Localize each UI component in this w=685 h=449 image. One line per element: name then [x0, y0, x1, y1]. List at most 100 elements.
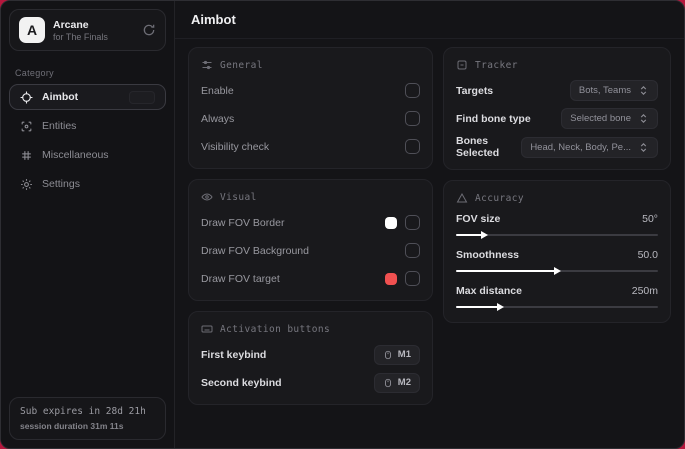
setting-label: Draw FOV target	[201, 272, 280, 285]
card-accuracy-header: Accuracy	[456, 192, 658, 204]
chevrons-up-down-icon	[638, 113, 649, 124]
setting-label: Visibility check	[201, 140, 270, 153]
first-keybind-button[interactable]: M1	[373, 344, 420, 365]
card-general-header: General	[201, 59, 420, 71]
setting-row-enable: Enable	[201, 79, 420, 102]
fov-size-value: 50°	[642, 213, 658, 225]
setting-label: Max distance	[456, 285, 522, 297]
setting-row-fov-target: Draw FOV target	[201, 267, 420, 290]
app-titles: Arcane for The Finals	[53, 19, 108, 42]
app-header: A Arcane for The Finals	[9, 9, 166, 51]
always-checkbox[interactable]	[405, 111, 420, 126]
card-visual: Visual Draw FOV Border Draw FOV Backgrou…	[188, 179, 433, 301]
setting-row-bones-selected: Bones Selected Head, Neck, Body, Pe...	[456, 135, 658, 159]
chevrons-up-down-icon	[638, 85, 649, 96]
category-label: Category	[15, 68, 54, 78]
mouse-icon	[383, 377, 393, 389]
card-title: Activation buttons	[220, 323, 331, 335]
dropdown-value: Bots, Teams	[578, 85, 631, 96]
bones-selected-dropdown[interactable]: Head, Neck, Body, Pe...	[521, 136, 658, 158]
slider-fill	[456, 270, 557, 272]
app-subtitle: for The Finals	[53, 31, 108, 42]
setting-label: Enable	[201, 84, 234, 97]
card-activation-header: Activation buttons	[201, 323, 420, 335]
triangle-icon	[456, 192, 468, 204]
entities-icon	[20, 120, 33, 133]
slider-thumb[interactable]	[497, 303, 505, 311]
setting-label: Draw FOV Border	[201, 216, 285, 229]
smoothness-value: 50.0	[637, 249, 658, 261]
keyboard-icon	[201, 323, 213, 335]
left-column: General Enable Always Visibility check V…	[188, 47, 433, 405]
app-logo-letter: A	[26, 22, 38, 38]
setting-row-second-keybind: Second keybind M2	[201, 371, 420, 394]
scan-icon	[456, 59, 468, 71]
targets-dropdown[interactable]: Bots, Teams	[569, 80, 658, 101]
session-duration-text: session duration 31m 11s	[20, 421, 124, 431]
card-accuracy: Accuracy FOV size 50° Smoothness 50.0 Ma…	[443, 180, 671, 323]
card-title: General	[220, 59, 263, 71]
setting-row-targets: Targets Bots, Teams	[456, 79, 658, 102]
fov-target-color-swatch[interactable]	[385, 272, 397, 285]
setting-label: FOV size	[456, 213, 501, 225]
card-tracker: Tracker Targets Bots, Teams Find bone ty…	[443, 47, 671, 170]
fov-border-color-swatch[interactable]	[385, 216, 397, 229]
card-title: Tracker	[475, 59, 518, 71]
dropdown-value: Selected bone	[570, 113, 631, 124]
sidebar-item-label: Entities	[42, 120, 77, 132]
right-column: Tracker Targets Bots, Teams Find bone ty…	[443, 47, 671, 323]
fov-target-checkbox[interactable]	[405, 271, 420, 286]
eye-icon	[201, 191, 213, 203]
sidebar-item-entities[interactable]: Entities	[9, 113, 166, 139]
setting-row-find-bone-type: Find bone type Selected bone	[456, 107, 658, 130]
setting-row-always: Always	[201, 107, 420, 130]
keybind-value: M2	[397, 377, 411, 388]
fov-border-checkbox[interactable]	[405, 215, 420, 230]
refresh-icon[interactable]	[142, 23, 156, 37]
main-content: Aimbot General Enable Always Visibility …	[175, 1, 684, 448]
chevrons-up-down-icon	[638, 142, 649, 153]
sidebar-item-label: Settings	[42, 178, 80, 190]
fov-size-slider[interactable]	[456, 231, 658, 240]
slider-thumb[interactable]	[481, 231, 489, 239]
setting-row-fov-border: Draw FOV Border	[201, 211, 420, 234]
card-tracker-header: Tracker	[456, 59, 658, 71]
slider-thumb[interactable]	[554, 267, 561, 275]
fov-background-checkbox[interactable]	[405, 243, 420, 258]
sidebar-item-settings[interactable]: Settings	[9, 171, 166, 197]
find-bone-type-dropdown[interactable]: Selected bone	[561, 108, 658, 129]
setting-row-fov-background: Draw FOV Background	[201, 239, 420, 262]
setting-row-smoothness: Smoothness 50.0	[456, 249, 658, 276]
sidebar: A Arcane for The Finals Category Aimbot …	[1, 1, 175, 448]
gear-icon	[20, 178, 33, 191]
mouse-icon	[383, 349, 393, 361]
smoothness-slider[interactable]	[456, 267, 658, 276]
app-window: A Arcane for The Finals Category Aimbot …	[0, 0, 685, 449]
setting-label: Smoothness	[456, 249, 520, 261]
setting-label: Find bone type	[456, 112, 531, 125]
sub-expiry-text: Sub expires in 28d 21h	[20, 406, 146, 417]
setting-label: Draw FOV Background	[201, 244, 309, 257]
sidebar-nav: Aimbot Entities Miscellaneous Settings	[1, 84, 174, 197]
dropdown-value: Head, Neck, Body, Pe...	[530, 141, 631, 153]
card-title: Accuracy	[475, 192, 524, 204]
sidebar-item-label: Miscellaneous	[42, 149, 109, 161]
max-distance-slider[interactable]	[456, 303, 658, 312]
sidebar-item-miscellaneous[interactable]: Miscellaneous	[9, 142, 166, 168]
sidebar-item-aimbot[interactable]: Aimbot	[9, 84, 166, 110]
slider-fill	[456, 306, 501, 308]
crosshair-icon	[20, 91, 33, 104]
setting-label: Targets	[456, 84, 494, 97]
setting-row-first-keybind: First keybind M1	[201, 343, 420, 366]
card-general: General Enable Always Visibility check	[188, 47, 433, 169]
second-keybind-button[interactable]: M2	[373, 372, 420, 393]
setting-row-fov-size: FOV size 50°	[456, 213, 658, 240]
content-columns: General Enable Always Visibility check V…	[175, 39, 684, 413]
page-title: Aimbot	[191, 12, 236, 27]
setting-label: Bones Selected	[456, 135, 500, 159]
setting-label: Second keybind	[201, 376, 282, 389]
visibility-check-checkbox[interactable]	[405, 139, 420, 154]
enable-checkbox[interactable]	[405, 83, 420, 98]
card-visual-header: Visual	[201, 191, 420, 203]
setting-row-max-distance: Max distance 250m	[456, 285, 658, 312]
